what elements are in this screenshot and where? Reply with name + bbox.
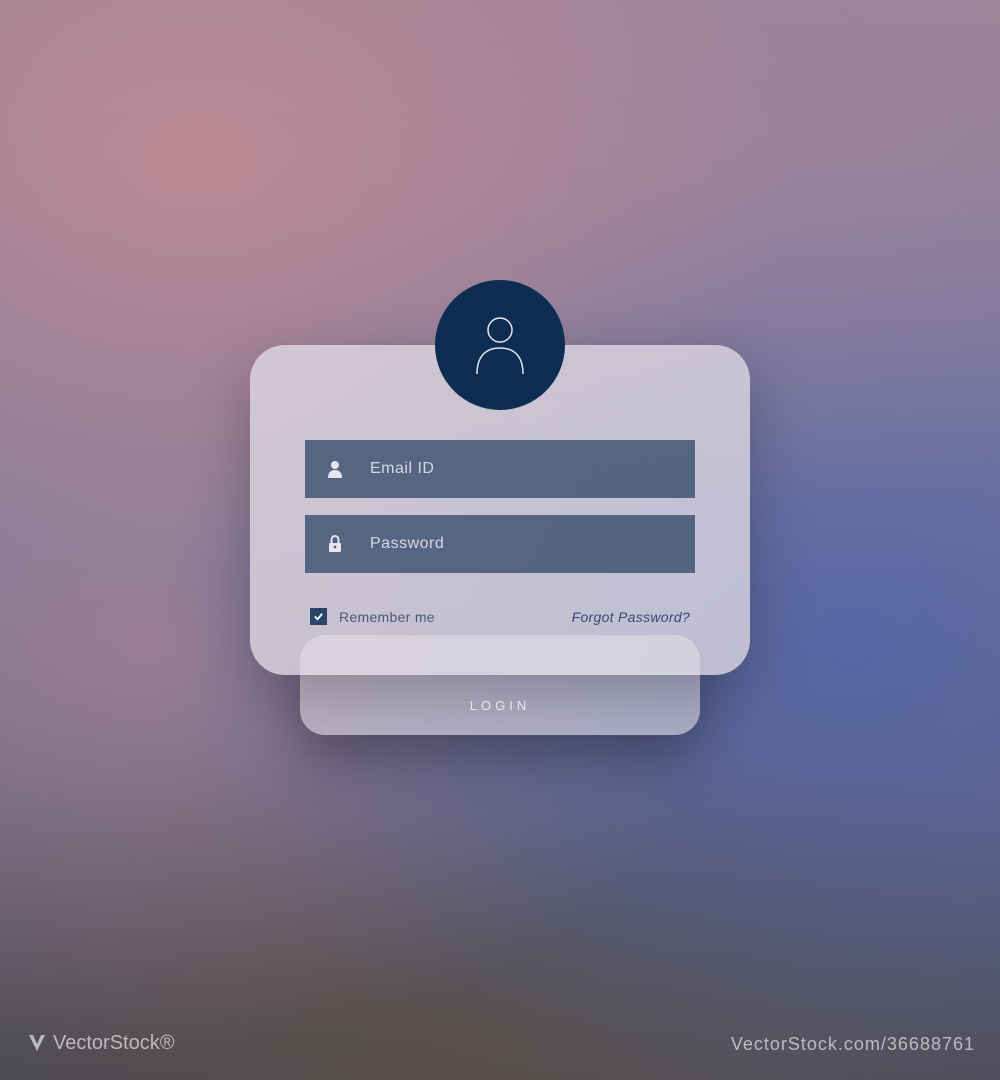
checkmark-icon	[313, 611, 324, 622]
checkbox-box	[310, 608, 327, 625]
watermark-id: VectorStock.com/36688761	[731, 1034, 975, 1055]
remember-me-checkbox[interactable]: Remember me	[310, 608, 435, 625]
email-placeholder: Email ID	[365, 460, 695, 478]
password-field[interactable]: Password	[305, 515, 695, 573]
forgot-password-link[interactable]: Forgot Password?	[572, 609, 690, 625]
remember-label: Remember me	[339, 609, 435, 625]
avatar-circle	[435, 280, 565, 410]
login-button[interactable]: LOGIN	[470, 698, 530, 713]
email-field[interactable]: Email ID	[305, 440, 695, 498]
email-icon-box	[305, 460, 365, 478]
password-icon-box	[305, 535, 365, 553]
vectorstock-logo-icon	[25, 1031, 49, 1055]
options-row: Remember me Forgot Password?	[305, 608, 695, 625]
user-icon	[471, 314, 529, 376]
watermark-brand: VectorStock®	[25, 1031, 174, 1055]
password-placeholder: Password	[365, 535, 695, 553]
lock-icon	[328, 535, 342, 553]
login-container: Email ID Password Remember me	[250, 345, 750, 735]
person-icon	[327, 460, 343, 478]
login-card: Email ID Password Remember me	[250, 345, 750, 675]
